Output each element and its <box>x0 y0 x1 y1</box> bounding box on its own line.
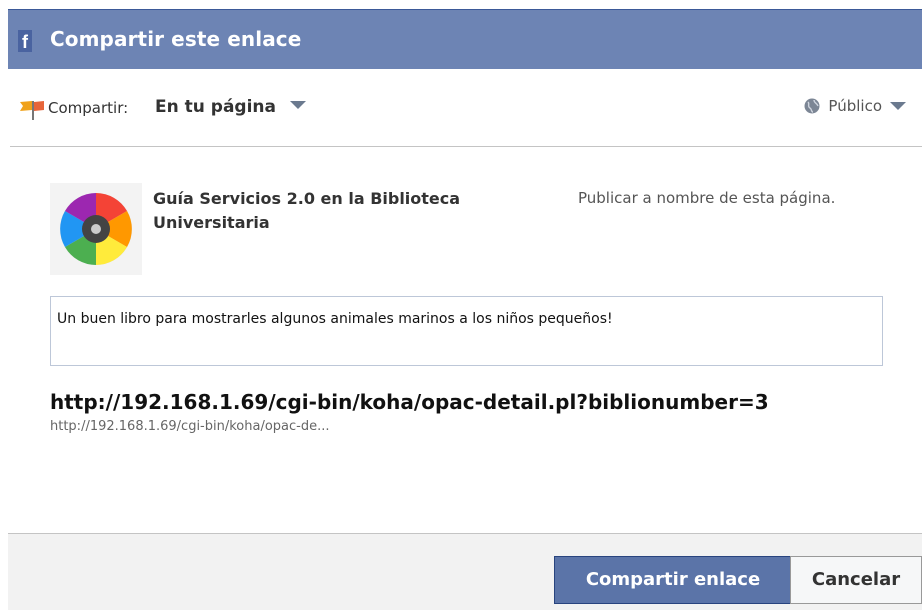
share-dialog: f Compartir este enlace Compartir: En tu… <box>0 0 922 610</box>
link-url: http://192.168.1.69/cgi-bin/koha/opac-de… <box>50 419 330 434</box>
share-label: Compartir: <box>48 99 129 117</box>
page-avatar <box>50 183 142 275</box>
chevron-down-icon <box>890 102 906 110</box>
dialog-left-strip <box>0 0 8 609</box>
dialog-title: Compartir este enlace <box>50 27 302 51</box>
dialog-header: f Compartir este enlace <box>8 9 922 69</box>
share-toolbar: Compartir: En tu página Público <box>8 69 922 149</box>
facebook-icon: f <box>18 30 32 52</box>
flag-icon <box>20 101 44 120</box>
chevron-down-icon <box>289 101 306 109</box>
share-link-button[interactable]: Compartir enlace <box>554 556 792 604</box>
link-title[interactable]: http://192.168.1.69/cgi-bin/koha/opac-de… <box>50 390 769 414</box>
share-target-label: En tu página <box>155 97 276 117</box>
dialog-footer: Compartir enlace Cancelar <box>8 533 922 610</box>
publish-as-label: Publicar a nombre de esta página. <box>578 189 836 207</box>
cancel-button[interactable]: Cancelar <box>790 556 922 604</box>
share-target-dropdown[interactable]: En tu página <box>155 97 306 117</box>
audience-dropdown[interactable]: Público <box>804 97 906 115</box>
message-input[interactable]: Un buen libro para mostrarles algunos an… <box>50 296 883 366</box>
divider <box>10 146 922 147</box>
audience-label: Público <box>828 97 882 115</box>
page-name[interactable]: Guía Servicios 2.0 en la Biblioteca Univ… <box>153 187 553 235</box>
globe-icon <box>804 98 820 114</box>
